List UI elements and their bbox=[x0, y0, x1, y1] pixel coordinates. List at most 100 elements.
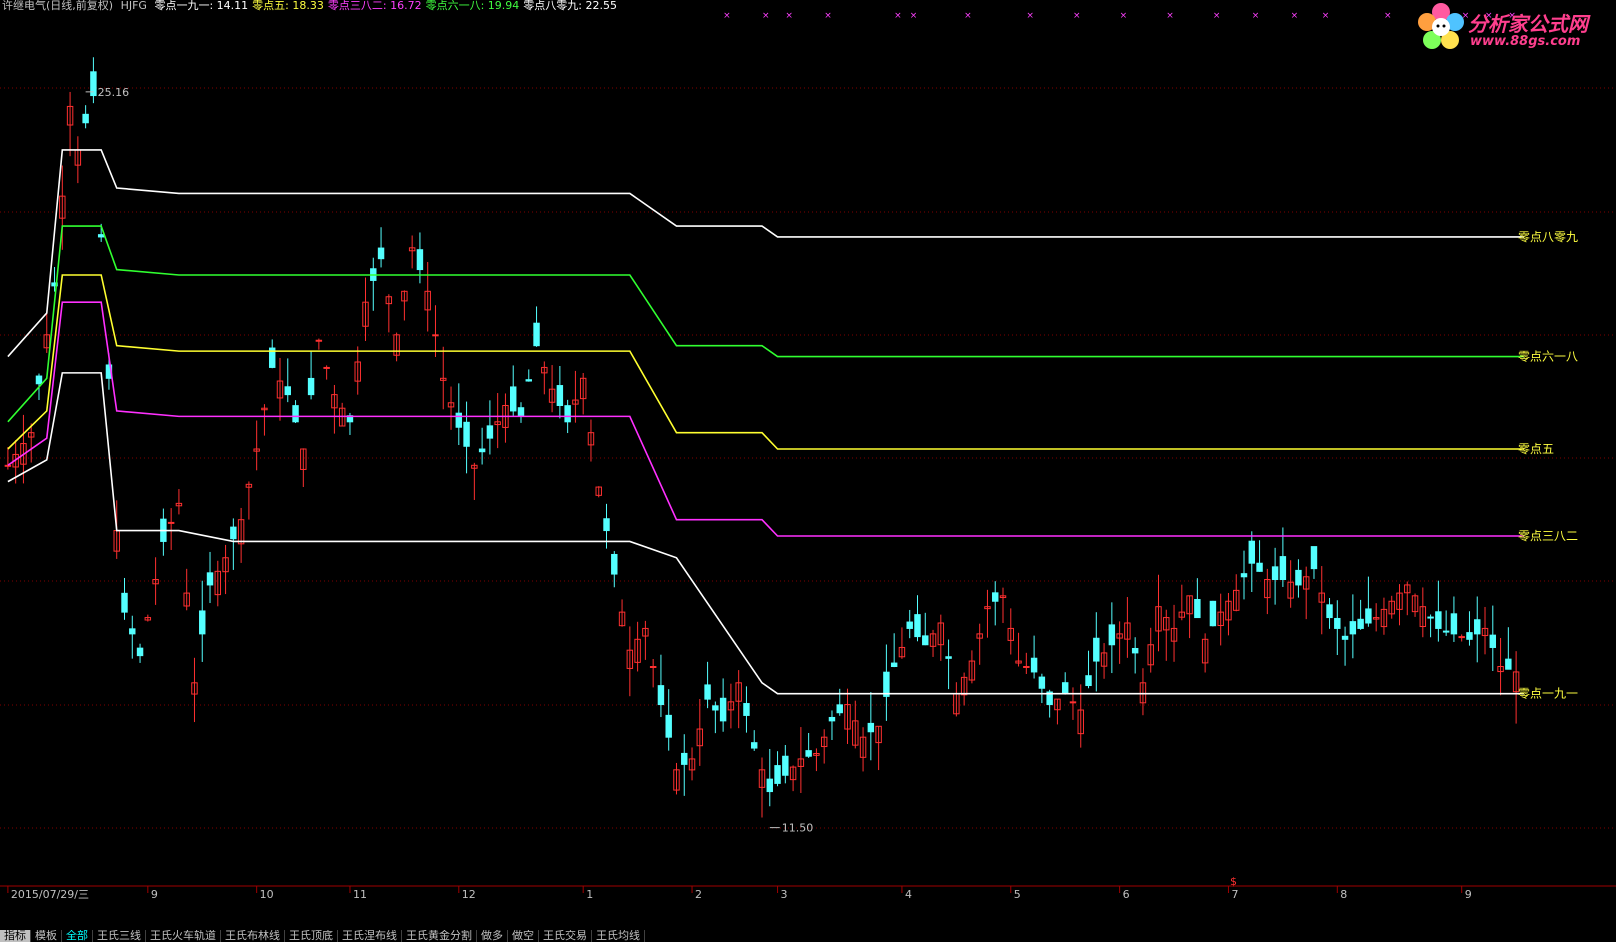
tab-6[interactable]: 王氏顶底 bbox=[285, 930, 338, 942]
tab-4[interactable]: 王氏火车轨道 bbox=[146, 930, 221, 942]
candle-body-39 bbox=[307, 377, 315, 396]
candle-body-87 bbox=[681, 752, 688, 765]
signal-mark-15: × bbox=[1384, 11, 1392, 21]
site-logo: 分析家公式网 www.88gs.com bbox=[1416, 2, 1606, 54]
x-tick-label-0: 2015/07/29/三 bbox=[11, 888, 89, 901]
low-label: 11.50 bbox=[782, 822, 814, 835]
candle-body-67 bbox=[525, 379, 532, 382]
tab-9[interactable]: 做多 bbox=[477, 930, 508, 942]
header-value-4: 零点八零九: 22.55 bbox=[523, 0, 617, 12]
candle-body-191 bbox=[1489, 634, 1497, 648]
level-label-0: 零点八零九 bbox=[1518, 230, 1578, 244]
tab-7[interactable]: 王氏涅布线 bbox=[338, 930, 402, 942]
price-chart[interactable]: 2015/07/29/三 9 10 11 12 1 2 3 4 5 6 7 8 9零点八零九零点六一八零点… bbox=[0, 0, 1616, 930]
candle-body-172 bbox=[1341, 635, 1349, 640]
tab-12[interactable]: 王氏均线 bbox=[592, 930, 645, 942]
candle-body-90 bbox=[704, 684, 711, 700]
signal-mark-7: × bbox=[1026, 11, 1034, 21]
signal-mark-11: × bbox=[1213, 11, 1221, 21]
indicator-name: HJFG bbox=[120, 0, 147, 12]
tab-2[interactable]: 全部 bbox=[62, 930, 93, 942]
candle-body-4 bbox=[35, 375, 43, 385]
tab-8[interactable]: 王氏黄金分割 bbox=[402, 930, 477, 942]
candle-body-173 bbox=[1349, 621, 1357, 635]
candle-body-185 bbox=[1442, 630, 1450, 633]
level-line-2 bbox=[7, 274, 1524, 450]
level-line-3 bbox=[7, 301, 1524, 537]
x-tick-label-3: 11 bbox=[353, 888, 367, 901]
tab-5[interactable]: 王氏布林线 bbox=[221, 930, 285, 942]
candle-body-137 bbox=[1069, 701, 1077, 704]
x-tick-label-10: 6 bbox=[1123, 888, 1130, 901]
signal-mark-5: × bbox=[910, 11, 918, 21]
candle-body-53 bbox=[416, 249, 424, 271]
candle-body-66 bbox=[517, 407, 525, 417]
candle-body-92 bbox=[719, 697, 727, 722]
candle-body-166 bbox=[1295, 569, 1302, 586]
x-tick-label-13: 9 bbox=[1465, 888, 1472, 901]
candle-body-174 bbox=[1357, 618, 1364, 629]
candle-body-62 bbox=[486, 425, 494, 439]
candle-body-163 bbox=[1271, 566, 1279, 580]
tab-11[interactable]: 王氏交易 bbox=[539, 930, 592, 942]
candle-body-132 bbox=[1030, 657, 1038, 673]
signal-mark-14: × bbox=[1322, 11, 1330, 21]
candle-body-159 bbox=[1240, 573, 1248, 578]
candle-body-85 bbox=[665, 714, 672, 738]
signal-mark-8: × bbox=[1073, 11, 1081, 21]
candle-body-145 bbox=[1131, 647, 1139, 654]
candle-body-171 bbox=[1334, 617, 1341, 629]
candle-body-106 bbox=[828, 716, 836, 722]
candle-body-107 bbox=[836, 704, 843, 714]
x-tick-label-4: 12 bbox=[462, 888, 476, 901]
candle-body-193 bbox=[1505, 658, 1512, 670]
candle-body-187 bbox=[1458, 636, 1465, 639]
candle-body-58 bbox=[455, 412, 463, 428]
candle-body-96 bbox=[751, 742, 758, 749]
candle-body-113 bbox=[883, 671, 890, 697]
stock-name: 许继电气(日线,前复权) bbox=[2, 0, 114, 12]
candle-body-0 bbox=[4, 464, 12, 467]
candle-body-160 bbox=[1248, 540, 1256, 564]
candle-body-16 bbox=[129, 628, 136, 635]
level-label-4: 零点一九一 bbox=[1518, 687, 1578, 701]
candle-body-29 bbox=[230, 526, 237, 540]
tab-3[interactable]: 王氏三线 bbox=[93, 930, 146, 942]
tab-10[interactable]: 做空 bbox=[508, 930, 539, 942]
header-value-1: 零点五: 18.33 bbox=[252, 0, 324, 12]
candle-body-131 bbox=[1023, 666, 1030, 668]
candle-body-168 bbox=[1310, 546, 1318, 570]
candle-body-153 bbox=[1194, 599, 1201, 619]
logo-url[interactable]: www.88gs.com bbox=[1470, 34, 1580, 49]
candle-body-77 bbox=[603, 518, 610, 532]
candle-body-68 bbox=[533, 322, 540, 347]
candle-body-116 bbox=[906, 621, 913, 629]
x-tick-label-6: 2 bbox=[695, 888, 702, 901]
x-tick-label-2: 10 bbox=[260, 888, 274, 901]
x-tick-label-12: 8 bbox=[1340, 888, 1347, 901]
candle-body-40 bbox=[315, 339, 323, 342]
logo-title: 分析家公式网 bbox=[1468, 12, 1588, 36]
indicator-header: 许继电气(日线,前复权) HJFG 零点一九一: 14.11 零点五: 18.33… bbox=[2, 0, 625, 14]
signal-mark-12: × bbox=[1252, 11, 1260, 21]
x-tick-label-5: 1 bbox=[586, 888, 593, 901]
candle-body-111 bbox=[867, 722, 875, 733]
tab-1[interactable]: 模板 bbox=[31, 930, 62, 942]
candle-body-140 bbox=[1093, 637, 1100, 662]
candle-body-103 bbox=[805, 750, 812, 757]
candle-body-127 bbox=[992, 592, 999, 602]
tab-0[interactable]: 指标 bbox=[0, 930, 31, 942]
candle-body-95 bbox=[743, 703, 750, 716]
candle-body-17 bbox=[136, 647, 144, 657]
candle-body-184 bbox=[1435, 611, 1442, 629]
candle-body-155 bbox=[1209, 600, 1217, 627]
candle-body-91 bbox=[712, 705, 719, 711]
signal-mark-6: × bbox=[964, 11, 972, 21]
x-tick-label-1: 9 bbox=[151, 888, 158, 901]
signal-mark-0: × bbox=[723, 11, 731, 21]
header-value-3: 零点六一八: 19.94 bbox=[425, 0, 520, 12]
high-label: 25.16 bbox=[98, 86, 130, 99]
candle-body-175 bbox=[1365, 608, 1372, 624]
candle-body-139 bbox=[1085, 675, 1092, 687]
header-value-0: 零点一九一: 14.11 bbox=[154, 0, 249, 12]
